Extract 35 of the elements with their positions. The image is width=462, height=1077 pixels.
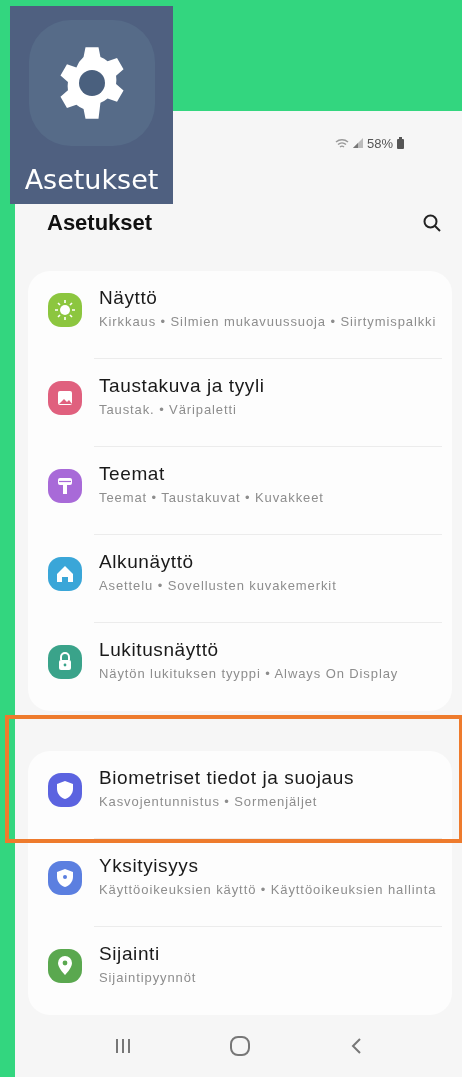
item-title: Lukitusnäyttö [99, 639, 220, 661]
signal-icon [352, 138, 363, 148]
settings-item[interactable]: Lukitusnäyttö Näytön lukituksen tyyppi • Always On Display [28, 623, 452, 711]
settings-item[interactable]: Sijainti Sijaintipyynnöt [28, 927, 452, 1015]
recent-apps-icon[interactable] [113, 1038, 132, 1054]
item-subtitle: Käyttöoikeuksien käyttö • Käyttöoikeuksien hallinta [99, 881, 437, 899]
search-icon[interactable] [422, 213, 442, 233]
battery-icon [397, 137, 404, 149]
settings-item[interactable]: Biometriset tiedot ja suojaus Kasvojentunnistus • Sormenjäljet [28, 751, 452, 839]
item-title: Taustakuva ja tyyli [99, 375, 265, 397]
item-subtitle: Taustak. • Väripaletti [99, 401, 238, 419]
item-subtitle: Asettelu • Sovellusten kuvakemerkit [99, 577, 337, 595]
item-title: Sijainti [99, 943, 161, 965]
item-title: Näyttö [99, 287, 159, 309]
back-icon[interactable] [349, 1037, 364, 1055]
settings-item[interactable]: Teemat Teemat • Taustakuvat • Kuvakkeet [28, 447, 452, 535]
item-subtitle: Näytön lukituksen tyyppi • Always On Display [99, 665, 399, 683]
wifi-icon [334, 137, 349, 149]
item-subtitle: Teemat • Taustakuvat • Kuvakkeet [99, 489, 324, 507]
settings-item[interactable]: Alkunäyttö Asettelu • Sovellusten kuvakemerkit [28, 535, 452, 623]
app-tile[interactable]: Asetukset [10, 6, 173, 204]
settings-item[interactable]: Taustakuva ja tyyli Taustak. • Väripaletti [28, 359, 452, 447]
item-title: Alkunäyttö [99, 551, 195, 573]
item-subtitle: Kirkkaus • Silmien mukavuussuoja • Siirtymispalkki [99, 313, 437, 331]
settings-item[interactable]: Yksityisyys Käyttöoikeuksien käyttö • Käyttöoikeuksien hallinta [28, 839, 452, 927]
item-title: Yksityisyys [99, 855, 200, 877]
item-title: Biometriset tiedot ja suojaus [99, 767, 355, 789]
page-title: Asetukset [47, 210, 153, 236]
item-title: Teemat [99, 463, 166, 485]
home-icon[interactable] [229, 1036, 252, 1056]
settings-item[interactable]: Näyttö Kirkkaus • Silmien mukavuussuoja • Siirtymispalkki [28, 271, 452, 359]
item-subtitle: Sijaintipyynnöt [99, 969, 197, 987]
battery-percent: 58% [366, 135, 393, 151]
item-subtitle: Kasvojentunnistus • Sormenjäljet [99, 793, 319, 811]
app-label: Asetukset [24, 164, 159, 195]
